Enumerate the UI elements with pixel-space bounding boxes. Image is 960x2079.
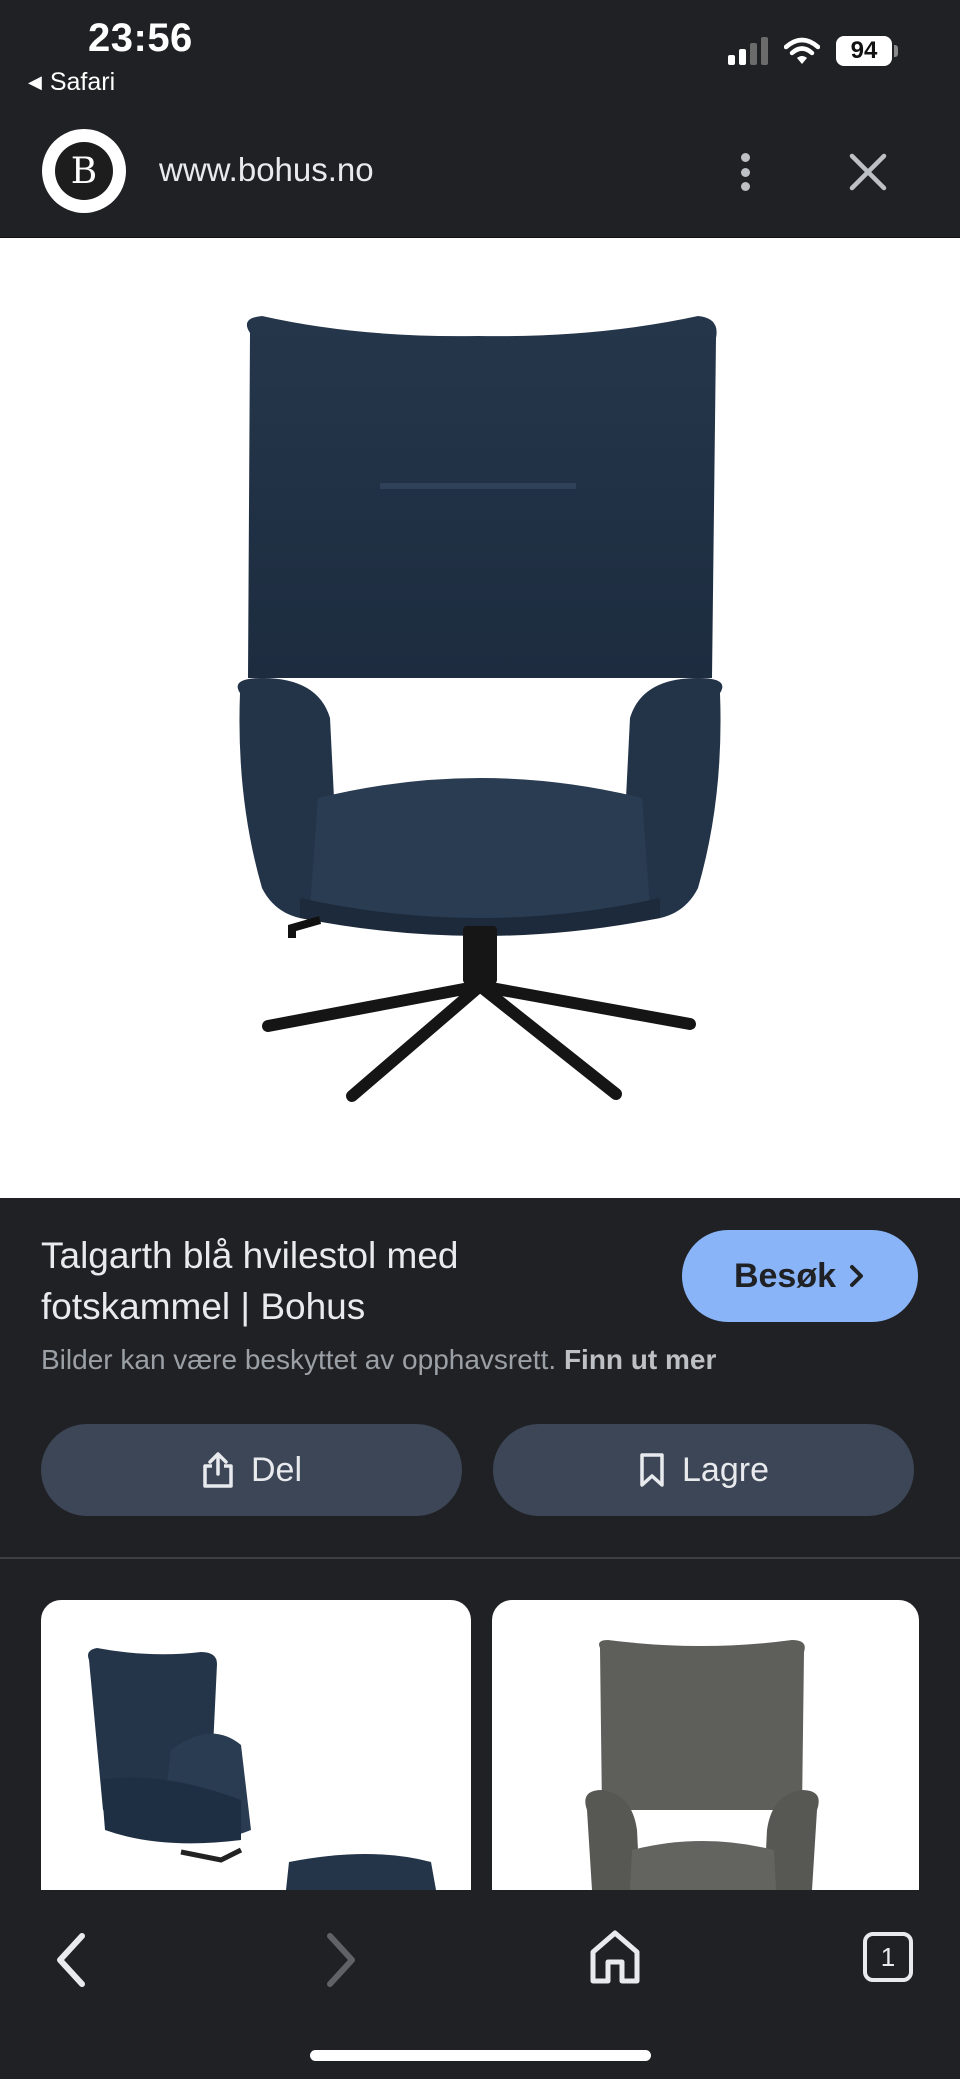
- back-app-label: Safari: [49, 68, 116, 96]
- copyright-text: Bilder kan være beskyttet av opphavsrett…: [41, 1344, 557, 1375]
- gray-armchair-image: [585, 1640, 819, 1890]
- more-icon[interactable]: [730, 147, 760, 197]
- visit-button[interactable]: Besøk: [682, 1230, 918, 1322]
- status-bar: 23:56 ◀ Safari 94: [0, 0, 960, 105]
- armchair-with-ottoman-image: [88, 1648, 436, 1890]
- save-label: Lagre: [682, 1450, 769, 1489]
- divider: [0, 1557, 960, 1559]
- home-icon[interactable]: [588, 1928, 642, 1986]
- tabs-icon[interactable]: 1: [863, 1932, 913, 1982]
- related-image-card[interactable]: [492, 1600, 919, 1890]
- browser-header: B www.bohus.no: [0, 105, 960, 238]
- share-label: Del: [250, 1450, 303, 1489]
- save-button[interactable]: Lagre: [493, 1424, 914, 1516]
- learn-more-link[interactable]: Finn ut mer: [564, 1344, 716, 1375]
- share-button[interactable]: Del: [41, 1424, 462, 1516]
- bottom-navigation: 1: [0, 1890, 960, 2079]
- back-triangle-icon: ◀: [28, 72, 42, 92]
- battery-level: 94: [836, 36, 892, 66]
- related-image-card[interactable]: [41, 1600, 471, 1890]
- close-icon[interactable]: [846, 150, 890, 194]
- home-indicator[interactable]: [310, 2050, 651, 2061]
- back-icon[interactable]: [52, 1930, 92, 1990]
- status-indicators: 94: [728, 36, 898, 66]
- chevron-right-icon: [850, 1265, 864, 1287]
- bookmark-icon: [640, 1453, 664, 1487]
- forward-icon[interactable]: [320, 1930, 360, 1990]
- result-title[interactable]: Talgarth blå hvilestol med fotskammel | …: [41, 1230, 641, 1332]
- visit-label: Besøk: [733, 1256, 837, 1295]
- site-logo: B: [42, 129, 126, 213]
- back-to-app-link[interactable]: ◀ Safari: [28, 68, 115, 97]
- share-icon: [203, 1452, 233, 1488]
- battery-icon: 94: [836, 36, 898, 66]
- site-url[interactable]: www.bohus.no: [159, 151, 374, 189]
- armchair-image: [237, 316, 723, 1102]
- copyright-notice: Bilder kan være beskyttet av opphavsrett…: [41, 1344, 716, 1376]
- signal-icon: [728, 37, 768, 65]
- site-logo-letter: B: [55, 142, 113, 200]
- wifi-icon: [784, 37, 820, 64]
- product-image[interactable]: [0, 238, 960, 1198]
- status-time: 23:56: [88, 16, 193, 60]
- result-info: Talgarth blå hvilestol med fotskammel | …: [0, 1198, 960, 1558]
